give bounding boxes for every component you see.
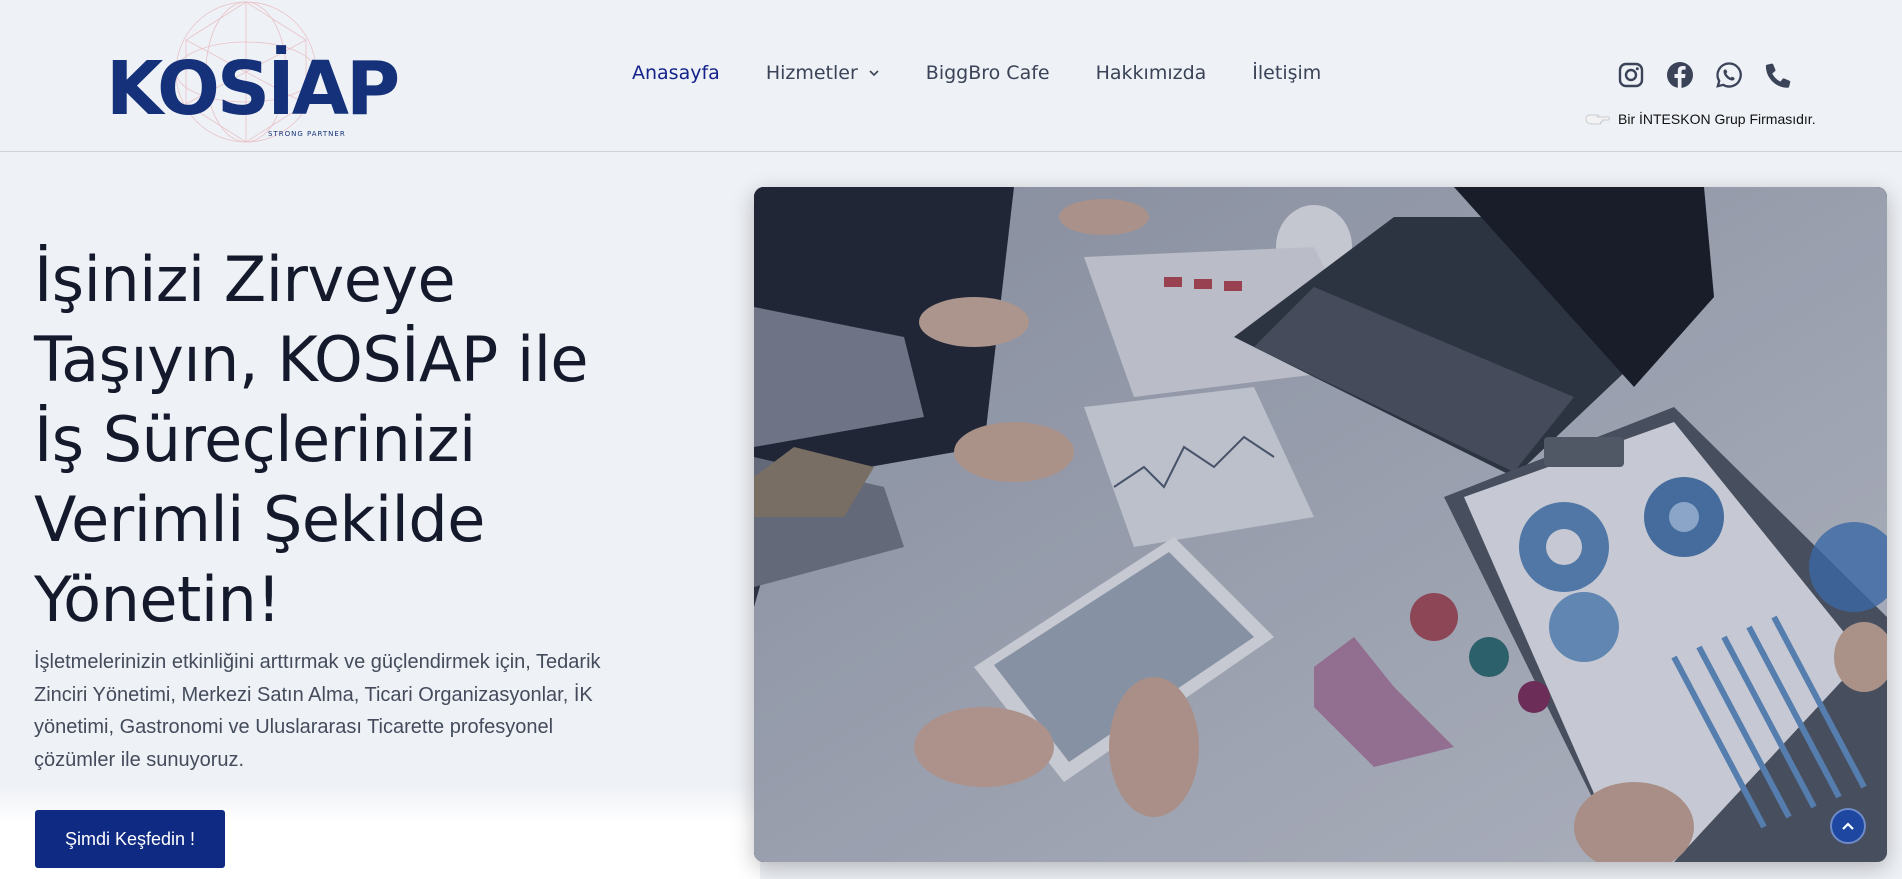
chevron-up-icon: [1842, 822, 1854, 830]
nav-item-label: Hizmetler: [765, 62, 858, 84]
hero-title-line: Yönetin!: [34, 563, 281, 636]
main-nav: Anasayfa Hizmetler BiggBro Cafe Hakkımız…: [632, 62, 1367, 84]
hero-description-line: Zinciri Yönetimi, Merkezi Satın Alma, Ti…: [34, 683, 593, 706]
hero-image: [754, 187, 1887, 862]
nav-item-biggbro-cafe[interactable]: BiggBro Cafe: [926, 62, 1050, 84]
nav-item-label: Anasayfa: [632, 62, 720, 84]
hero-title-line: Taşıyın, KOSİAP ile: [34, 323, 589, 396]
kosiap-logo[interactable]: KOSİAP STRONG PARTNER: [100, 0, 400, 150]
whatsapp-icon[interactable]: [1714, 60, 1744, 90]
business-meeting-illustration: [754, 187, 1887, 862]
nav-item-hakkimizda[interactable]: Hakkımızda: [1096, 62, 1207, 84]
hero-title: İşinizi Zirveye Taşıyın, KOSİAP ile İş S…: [34, 240, 674, 640]
hero-description-line: İşletmelerinizin etkinliğini arttırmak v…: [34, 651, 601, 673]
nav-item-label: İletişim: [1252, 62, 1322, 84]
hero-title-line: İş Süreçlerinizi: [34, 403, 476, 476]
facebook-icon[interactable]: [1665, 60, 1695, 90]
nav-item-iletisim[interactable]: İletişim: [1252, 62, 1321, 84]
site-header: KOSİAP STRONG PARTNER Anasayfa Hizmetler…: [0, 0, 1902, 152]
group-note-text: Bir İNTESKON Grup Firmasıdır.: [1618, 111, 1816, 127]
nav-item-hizmetler[interactable]: Hizmetler: [766, 62, 880, 84]
nav-item-label: BiggBro Cafe: [925, 62, 1050, 84]
hero-description-line: yönetimi, Gastronomi ve Uluslararası Tic…: [34, 716, 554, 738]
pointing-hand-icon: [1585, 114, 1610, 125]
hero-title-line: İşinizi Zirveye: [34, 243, 456, 316]
explore-now-button[interactable]: Şimdi Keşfedin !: [35, 810, 225, 868]
hero-description: İşletmelerinizin etkinliğini arttırmak v…: [34, 646, 674, 776]
logo-wordmark: KOSİAP: [106, 46, 400, 132]
nav-item-anasayfa[interactable]: Anasayfa: [632, 62, 720, 84]
hero-title-line: Verimli Şekilde: [34, 483, 485, 556]
scroll-to-top-button[interactable]: [1830, 808, 1866, 844]
phone-icon[interactable]: [1763, 60, 1793, 90]
nav-item-label: Hakkımızda: [1095, 62, 1207, 84]
hero-description-line: çözümler ile sunuyoruz.: [34, 748, 245, 771]
logo-tagline: STRONG PARTNER: [268, 130, 346, 138]
group-affiliation-note: Bir İNTESKON Grup Firmasıdır.: [1584, 110, 1816, 128]
instagram-icon[interactable]: [1616, 60, 1646, 90]
social-links: [1616, 60, 1812, 90]
chevron-down-icon: [869, 70, 879, 77]
